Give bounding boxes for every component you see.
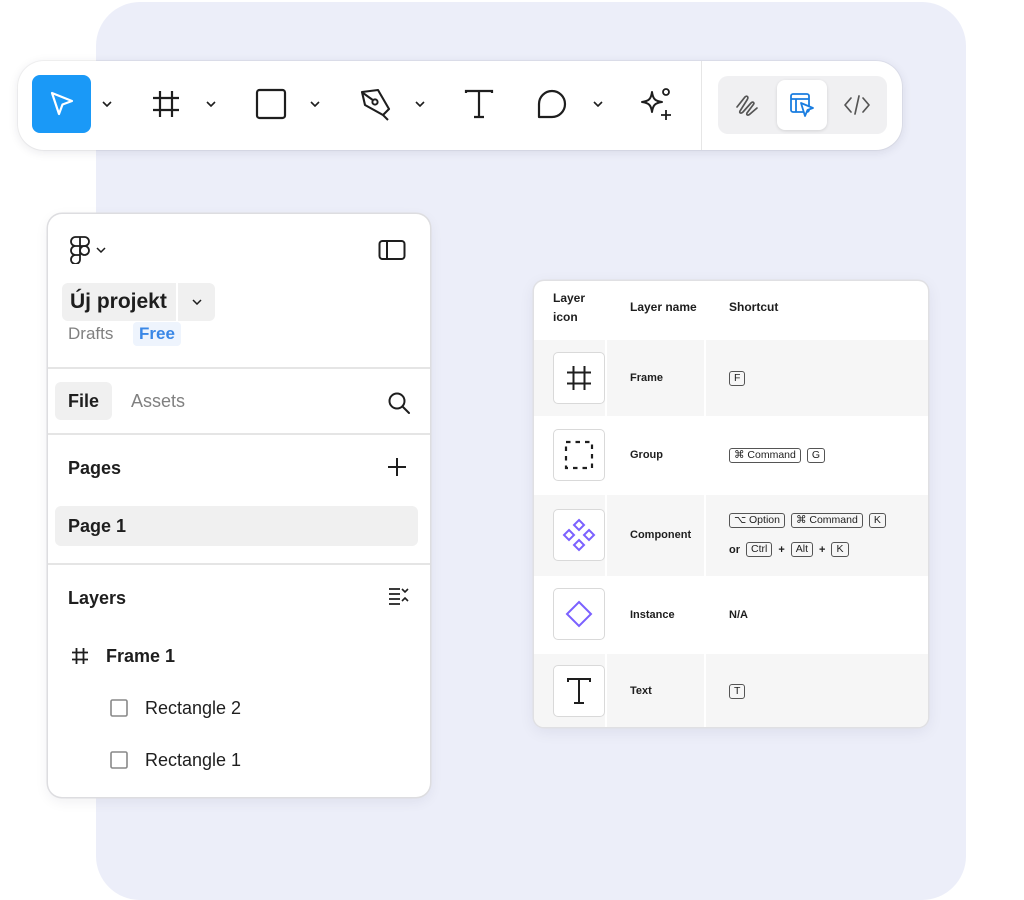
toolbar [18,61,902,150]
sparkle-plus-icon [641,88,671,120]
actions-tool-button[interactable] [636,75,676,133]
component-diamonds-icon [553,509,605,561]
layer-item-rectangle-2[interactable]: Rectangle 2 [145,698,241,719]
row-shortcut: F [729,371,746,386]
pages-title: Pages [68,458,122,478]
design-cursor-icon [790,93,814,117]
comment-tool-button[interactable] [532,75,572,133]
text-t-icon [553,665,605,717]
chevron-down-icon[interactable] [204,97,218,111]
project-menu-chevron[interactable] [178,283,215,321]
row-shortcut: ⌘ Command G [729,448,826,463]
table-row: Instance N/A [534,576,928,654]
frame-hash-icon [70,646,90,671]
pen-tool-button[interactable] [355,75,395,133]
frame-hash-icon [553,352,605,404]
shape-tool-button[interactable] [251,75,291,133]
chevron-down-icon[interactable] [308,97,322,111]
code-brackets-icon [844,95,870,115]
layers-panel: Új projekt Drafts Free File Assets Pages… [48,214,430,797]
row-name: Instance [630,609,675,621]
mode-switcher [718,76,887,134]
key: ⌘ Command [729,448,801,463]
table-row: Text T [534,654,928,727]
search-icon[interactable] [387,391,411,420]
figma-logo-icon [70,236,90,264]
key: Ctrl [746,542,773,557]
squiggle-icon [736,95,758,116]
table-row: Group ⌘ Command G [534,416,928,495]
draw-mode-button[interactable] [722,80,772,130]
key: ⌘ Command [790,513,863,528]
header-layer-icon: Layer icon [553,291,586,324]
move-tool-button[interactable] [32,75,91,133]
layer-item-frame-1[interactable]: Frame 1 [106,646,175,667]
plus-label: + [778,543,785,556]
project-name[interactable]: Új projekt [62,283,176,321]
divider [48,433,430,435]
chevron-down-icon [96,247,106,253]
tab-assets[interactable]: Assets [131,391,185,412]
instance-diamond-icon [553,588,605,640]
key: ⌥ Option [729,513,785,528]
row-name: Text [630,685,652,697]
key: K [868,513,886,528]
chevron-down-icon[interactable] [591,97,605,111]
key: G [806,448,826,463]
key: F [729,371,746,386]
frame-tool-button[interactable] [146,75,186,133]
add-page-icon[interactable] [387,457,407,482]
collapse-layers-icon[interactable] [388,587,410,612]
chevron-down-icon[interactable] [413,97,427,111]
row-shortcut: ⌥ Option ⌘ Command K [729,513,886,528]
layers-title: Layers [68,588,127,608]
shortcut-table: Layer icon Layer name Shortcut Frame F Gr… [534,281,928,727]
divider [48,563,430,565]
project-location[interactable]: Drafts [68,324,113,344]
pen-nib-icon [360,88,391,121]
plus-label: + [819,543,826,556]
tab-file[interactable]: File [55,382,112,420]
toolbar-divider [701,61,702,150]
key: T [729,684,746,699]
layer-item-rectangle-1[interactable]: Rectangle 1 [145,750,241,771]
main-menu-button[interactable] [70,236,106,264]
chevron-down-icon [191,299,202,305]
row-shortcut-alt: or Ctrl + Alt + K [729,542,849,557]
page-item-1[interactable]: Page 1 [55,506,418,546]
row-name: Frame [630,372,664,384]
plan-badge: Free [133,322,181,346]
row-shortcut-text: N/A [729,609,748,621]
rectangle-icon [255,88,287,120]
row-shortcut: T [729,684,746,699]
dev-mode-button[interactable] [832,80,882,130]
table-row: Frame F [534,340,928,416]
row-name: Component [630,529,692,541]
key: K [831,542,849,557]
key: Alt [790,542,814,557]
header-layer-name: Layer name [630,300,697,314]
row-name: Group [630,449,663,461]
chevron-down-icon[interactable] [100,97,114,111]
frame-hash-icon [153,91,179,117]
text-tool-button[interactable] [459,75,499,133]
sidebar-toggle-icon[interactable] [378,239,406,266]
table-row: Component ⌥ Option ⌘ Command K or Ctrl +… [534,495,928,576]
text-t-icon [464,89,494,119]
speech-bubble-icon [537,89,567,119]
or-label: or [729,543,740,556]
divider [48,367,430,369]
cursor-arrow-icon [50,91,73,116]
header-shortcut: Shortcut [729,300,779,314]
rectangle-icon [110,751,128,774]
dashed-group-icon [553,429,605,481]
design-mode-button[interactable] [777,80,827,130]
rectangle-icon [110,699,128,722]
